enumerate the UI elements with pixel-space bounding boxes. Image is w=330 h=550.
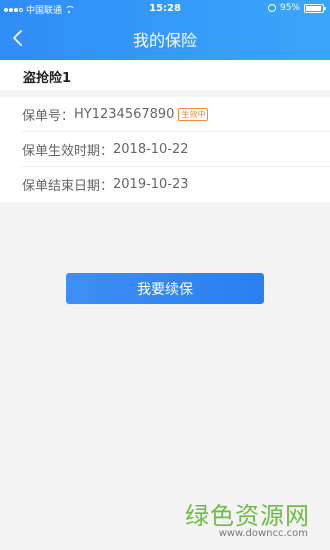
effective-date-value: 2018-10-22 bbox=[113, 141, 189, 157]
end-date-row: 保单结束日期： 2019-10-23 bbox=[22, 167, 330, 202]
alarm-icon bbox=[267, 4, 276, 12]
battery-fill bbox=[306, 5, 321, 11]
policy-number-label: 保单号： bbox=[22, 108, 75, 124]
status-bar: 中国联通 15:28 95% bbox=[0, 0, 330, 18]
policy-name: 盗抢险1 bbox=[23, 71, 72, 86]
status-bar-right: 95% bbox=[267, 3, 326, 13]
renew-button[interactable]: 我要续保 bbox=[66, 273, 264, 304]
watermark-logo: 绿色资源网 bbox=[185, 502, 310, 530]
policy-number-row: 保单号： HY1234567890 生效中 bbox=[22, 97, 330, 132]
watermark-url: www.downcc.com bbox=[218, 528, 308, 539]
end-date-value: 2019-10-23 bbox=[113, 177, 189, 192]
end-date-label: 保单结束日期： bbox=[22, 179, 114, 194]
policy-info: 保单号： HY1234567890 生效中 保单生效时期： 2018-10-22… bbox=[0, 97, 330, 202]
policy-number-value: HY1234567890 bbox=[74, 106, 175, 122]
status-badge: 生效中 bbox=[178, 107, 209, 121]
app-header: 中国联通 15:28 95% 我的保险 bbox=[0, 0, 330, 60]
battery-icon bbox=[304, 3, 326, 13]
battery-percent: 95% bbox=[279, 3, 300, 13]
effective-date-row: 保单生效时期： 2018-10-22 bbox=[22, 132, 330, 167]
page-title: 我的保险 bbox=[132, 31, 197, 50]
policy-card-header: 盗抢险1 bbox=[0, 60, 330, 90]
effective-date-label: 保单生效时期： bbox=[22, 143, 114, 159]
